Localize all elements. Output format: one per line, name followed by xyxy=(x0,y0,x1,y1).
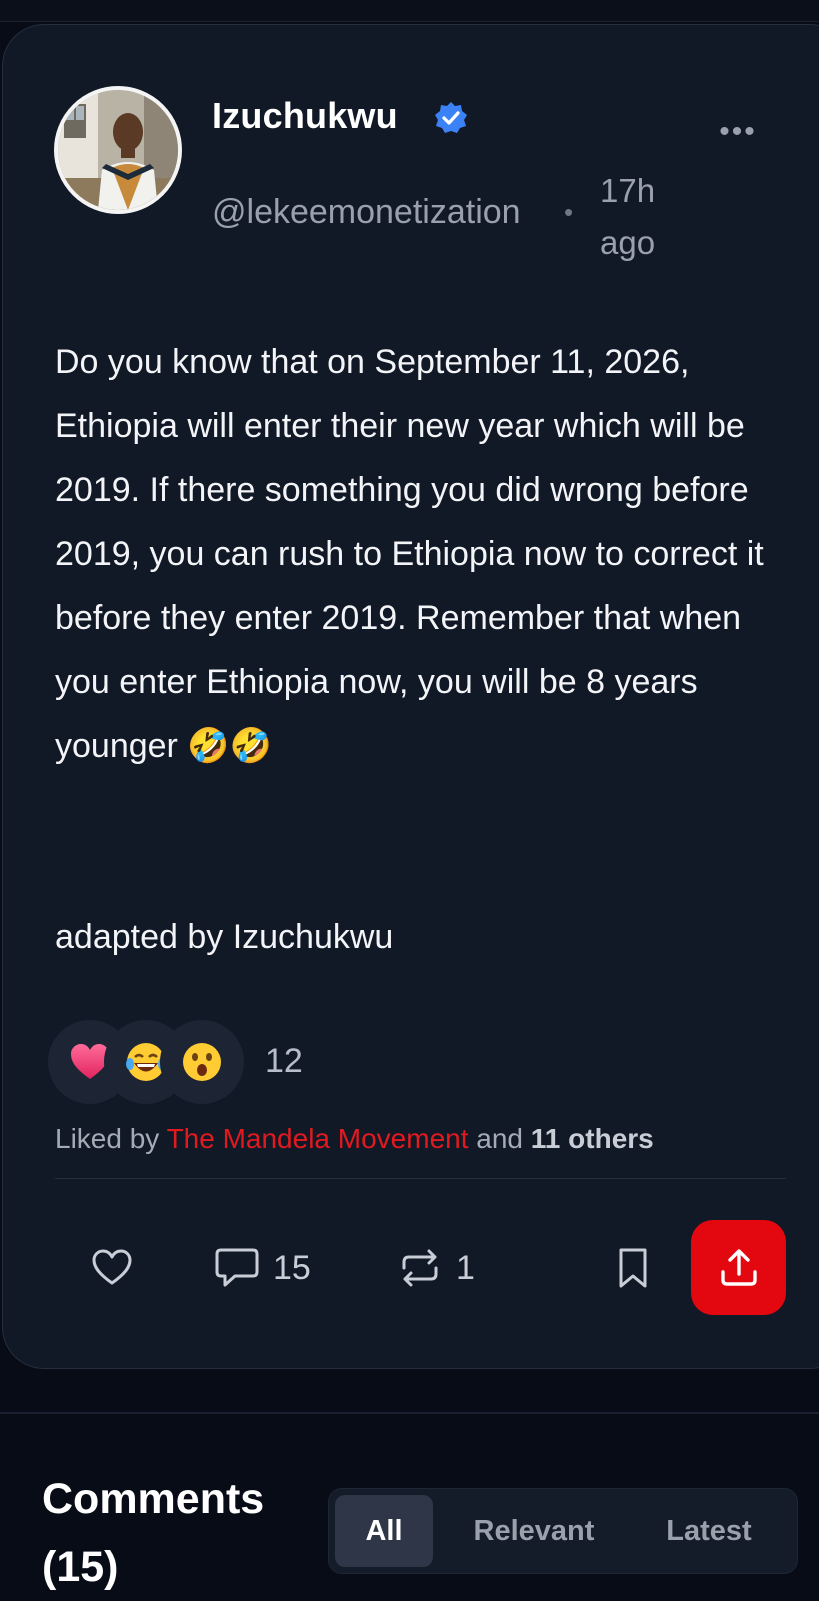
comment-button[interactable]: 15 xyxy=(213,1240,311,1296)
author-avatar[interactable] xyxy=(54,86,182,214)
tab-relevant[interactable]: Relevant xyxy=(459,1495,609,1567)
comment-bubble-icon xyxy=(215,1248,259,1287)
post-body-text: Do you know that on September 11, 2026, … xyxy=(55,343,764,765)
tab-latest[interactable]: Latest xyxy=(639,1495,779,1567)
meta-separator: • xyxy=(564,197,574,227)
more-options-button[interactable]: ••• xyxy=(718,112,758,152)
repost-icon xyxy=(402,1249,438,1287)
heart-outline-icon xyxy=(92,1249,132,1285)
like-button[interactable] xyxy=(90,1240,134,1296)
author-name[interactable]: Izuchukwu xyxy=(212,95,398,137)
liked-by-text[interactable]: Liked by The Mandela Movement and 11 oth… xyxy=(55,1123,654,1155)
tab-all[interactable]: All xyxy=(335,1495,433,1567)
comment-filter-tabs: All Relevant Latest xyxy=(328,1488,798,1574)
comment-count: 15 xyxy=(273,1248,311,1287)
liked-by-others-link[interactable]: 11 others xyxy=(531,1123,654,1154)
repost-button[interactable]: 1 xyxy=(396,1240,475,1296)
rofl-emoji: 🤣🤣 xyxy=(187,726,272,766)
surprised-reaction-icon xyxy=(160,1020,244,1104)
comments-title: Comments (15) xyxy=(42,1475,265,1591)
author-handle[interactable]: @lekeemonetization xyxy=(212,193,521,232)
share-upload-icon xyxy=(720,1248,757,1286)
repost-count: 1 xyxy=(456,1248,475,1287)
bookmark-button[interactable] xyxy=(613,1240,653,1296)
action-divider xyxy=(55,1178,786,1179)
share-button[interactable] xyxy=(691,1220,786,1315)
liked-by-middle: and xyxy=(468,1123,531,1154)
post-signature: adapted by Izuchukwu xyxy=(55,918,394,956)
verified-badge-icon xyxy=(435,102,467,133)
bookmark-icon xyxy=(619,1248,647,1288)
post-text: Do you know that on September 11, 2026, … xyxy=(55,330,795,778)
section-divider xyxy=(0,1412,819,1414)
liked-by-prefix: Liked by xyxy=(55,1123,167,1154)
post-timestamp: 17h ago xyxy=(600,172,656,261)
reaction-count[interactable]: 12 xyxy=(265,1042,303,1081)
top-status-bar xyxy=(0,0,819,22)
liked-by-name-link[interactable]: The Mandela Movement xyxy=(167,1123,469,1154)
avatar-photo xyxy=(58,90,178,210)
